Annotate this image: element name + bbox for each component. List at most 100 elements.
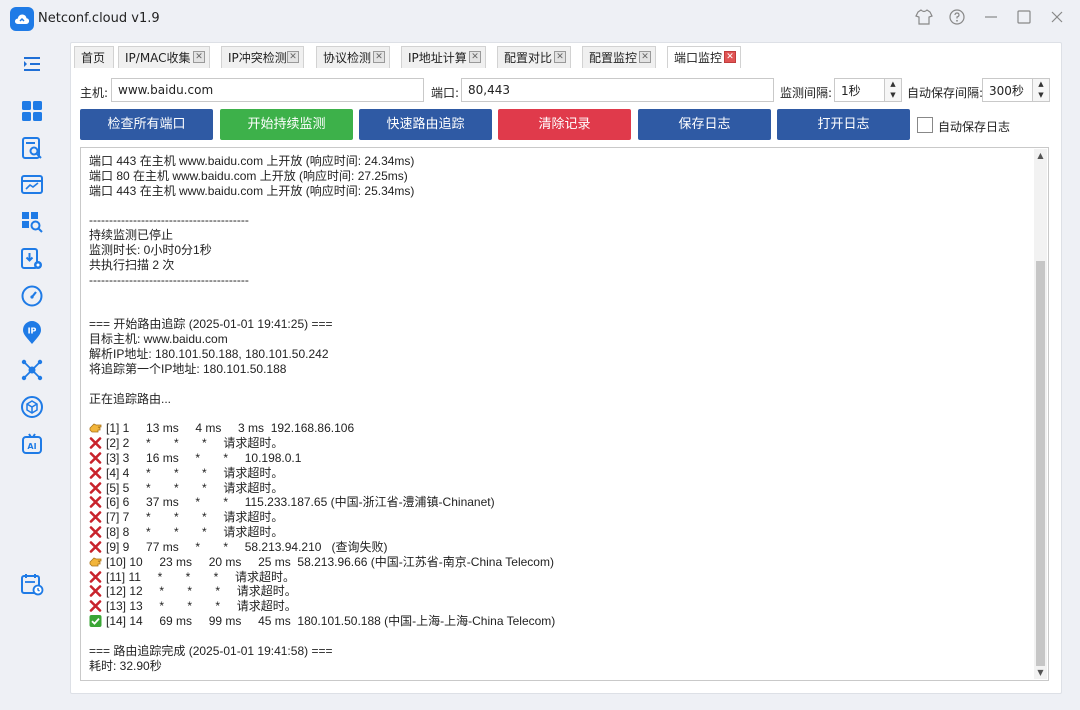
search-document-icon[interactable] — [20, 136, 44, 160]
log-line: 共执行扫描 2 次 — [89, 258, 1019, 273]
tab-config-monitor[interactable]: 配置监控 ✕ — [582, 46, 656, 68]
tab-protocol[interactable]: 协议检测 ✕ — [316, 46, 390, 68]
autosave-interval-spinbox[interactable]: 300秒 ▲ ▼ — [982, 78, 1050, 102]
tab-close-icon[interactable]: ✕ — [469, 51, 481, 63]
log-scrollbar[interactable]: ▲ ▼ — [1034, 149, 1047, 679]
log-line-text: === 开始路由追踪 (2025-01-01 19:41:25) === — [89, 317, 333, 332]
log-line-text: [2] 2 * * * 请求超时。 — [106, 436, 284, 451]
cube-box-icon[interactable] — [20, 395, 44, 419]
svg-text:AI: AI — [27, 442, 36, 451]
log-line-text: [3] 3 16 ms * * 10.198.0.1 — [106, 450, 302, 465]
log-line: ---------------------------------------- — [89, 273, 1019, 288]
spin-up-icon[interactable]: ▲ — [884, 79, 901, 90]
spin-down-icon[interactable]: ▼ — [884, 90, 901, 101]
cloud-logo-icon — [10, 7, 34, 31]
log-line-text: [9] 9 77 ms * * 58.213.94.210 (查询失败) — [106, 539, 388, 554]
cross-icon — [89, 541, 102, 553]
tab-port-monitor[interactable]: 端口监控 ✕ — [667, 46, 741, 68]
ip-location-icon[interactable]: IP — [20, 321, 44, 345]
help-icon[interactable] — [946, 8, 968, 30]
network-nodes-icon[interactable] — [20, 358, 44, 382]
tab-close-icon[interactable]: ✕ — [373, 51, 385, 63]
interval-value: 1秒 — [841, 84, 861, 98]
log-line: 正在追踪路由... — [89, 392, 1019, 407]
log-line: 端口 80 在主机 www.baidu.com 上开放 (响应时间: 27.25… — [89, 169, 1019, 184]
log-line-text: [10] 10 23 ms 20 ms 25 ms 58.213.96.66 (… — [106, 554, 554, 569]
tab-home[interactable]: 首页 — [74, 46, 114, 68]
tab-label: IP冲突检测 — [228, 51, 287, 65]
log-line: [11] 11 * * * 请求超时。 — [89, 570, 1019, 585]
magnifier-grid-icon[interactable] — [20, 210, 44, 234]
tab-config-compare[interactable]: 配置对比 ✕ — [497, 46, 571, 68]
port-input[interactable]: 80,443 — [461, 78, 774, 102]
monitor-window-icon[interactable] — [20, 173, 44, 197]
tab-label: IP/MAC收集 — [125, 51, 191, 65]
start-monitor-button[interactable]: 开始持续监测 — [220, 109, 353, 140]
tab-label: 端口监控 — [674, 51, 723, 65]
check-all-ports-button[interactable]: 检查所有端口 — [80, 109, 213, 140]
dashboard-grid-icon[interactable] — [20, 99, 44, 123]
tab-ip-conflict[interactable]: IP冲突检测 ✕ — [221, 46, 304, 68]
log-line-text: ---------------------------------------- — [89, 213, 249, 228]
log-line-text: [13] 13 * * * 请求超时。 — [106, 599, 297, 614]
speedometer-icon[interactable] — [20, 284, 44, 308]
autosave-interval-value: 300秒 — [989, 84, 1024, 98]
log-line: [8] 8 * * * 请求超时。 — [89, 525, 1019, 540]
log-line-text: === 路由追踪完成 (2025-01-01 19:41:58) === — [89, 643, 333, 658]
log-line-text: [11] 11 * * * 请求超时。 — [106, 569, 295, 584]
tab-label: IP地址计算 — [408, 51, 467, 65]
log-line-text: [4] 4 * * * 请求超时。 — [106, 465, 284, 480]
host-input[interactable]: www.baidu.com — [111, 78, 424, 102]
interval-label: 监测间隔: — [780, 86, 833, 100]
interval-spinbox[interactable]: 1秒 ▲ ▼ — [834, 78, 902, 102]
download-settings-icon[interactable] — [20, 247, 44, 271]
cross-icon — [89, 526, 102, 538]
tab-label: 配置对比 — [504, 51, 553, 65]
autosave-checkbox[interactable] — [917, 117, 933, 133]
log-line-text: 持续监测已停止 — [89, 228, 174, 243]
log-line-text: 共执行扫描 2 次 — [89, 257, 175, 272]
hand-point-icon — [89, 422, 102, 434]
scroll-down-icon[interactable]: ▼ — [1034, 668, 1047, 677]
log-line: 耗时: 32.90秒 — [89, 659, 1019, 674]
tab-close-icon[interactable]: ✕ — [287, 51, 299, 63]
clear-log-button[interactable]: 清除记录 — [498, 109, 631, 140]
log-line: 端口 443 在主机 www.baidu.com 上开放 (响应时间: 24.3… — [89, 154, 1019, 169]
port-label: 端口: — [431, 86, 460, 100]
log-line: [5] 5 * * * 请求超时。 — [89, 481, 1019, 496]
theme-shirt-icon[interactable] — [913, 8, 935, 30]
log-line: 将追踪第一个IP地址: 180.101.50.188 — [89, 362, 1019, 377]
spin-up-icon[interactable]: ▲ — [1032, 79, 1049, 90]
cross-icon — [89, 466, 102, 479]
spin-down-icon[interactable]: ▼ — [1032, 90, 1049, 101]
tab-close-icon[interactable]: ✕ — [193, 51, 205, 63]
calendar-clock-icon[interactable] — [20, 572, 44, 596]
maximize-icon[interactable] — [1013, 8, 1035, 30]
tab-close-icon[interactable]: ✕ — [554, 51, 566, 63]
open-log-button[interactable]: 打开日志 — [777, 109, 910, 140]
scroll-up-icon[interactable]: ▲ — [1034, 151, 1047, 160]
cross-icon — [89, 437, 102, 449]
log-lines: 端口 443 在主机 www.baidu.com 上开放 (响应时间: 24.3… — [89, 154, 1019, 674]
ai-monitor-icon[interactable]: AI — [20, 432, 44, 456]
log-line: === 路由追踪完成 (2025-01-01 19:41:58) === — [89, 644, 1019, 659]
cross-icon — [89, 496, 102, 509]
minimize-icon[interactable] — [980, 8, 1002, 30]
tab-ip-mac[interactable]: IP/MAC收集 ✕ — [118, 46, 210, 68]
menu-collapse-icon[interactable] — [20, 52, 44, 76]
tab-label: 首页 — [81, 51, 106, 65]
scroll-thumb[interactable] — [1036, 261, 1045, 666]
log-line-text: [12] 12 * * * 请求超时。 — [106, 584, 297, 599]
log-output[interactable]: 端口 443 在主机 www.baidu.com 上开放 (响应时间: 24.3… — [80, 147, 1049, 681]
tab-close-icon[interactable]: ✕ — [639, 51, 651, 63]
quick-trace-button[interactable]: 快速路由追踪 — [359, 109, 492, 140]
tab-close-icon[interactable]: ✕ — [724, 51, 736, 63]
close-icon[interactable] — [1046, 8, 1068, 30]
log-line-text: 正在追踪路由... — [89, 391, 172, 406]
tab-ip-calc[interactable]: IP地址计算 ✕ — [401, 46, 486, 68]
save-log-button[interactable]: 保存日志 — [638, 109, 771, 140]
